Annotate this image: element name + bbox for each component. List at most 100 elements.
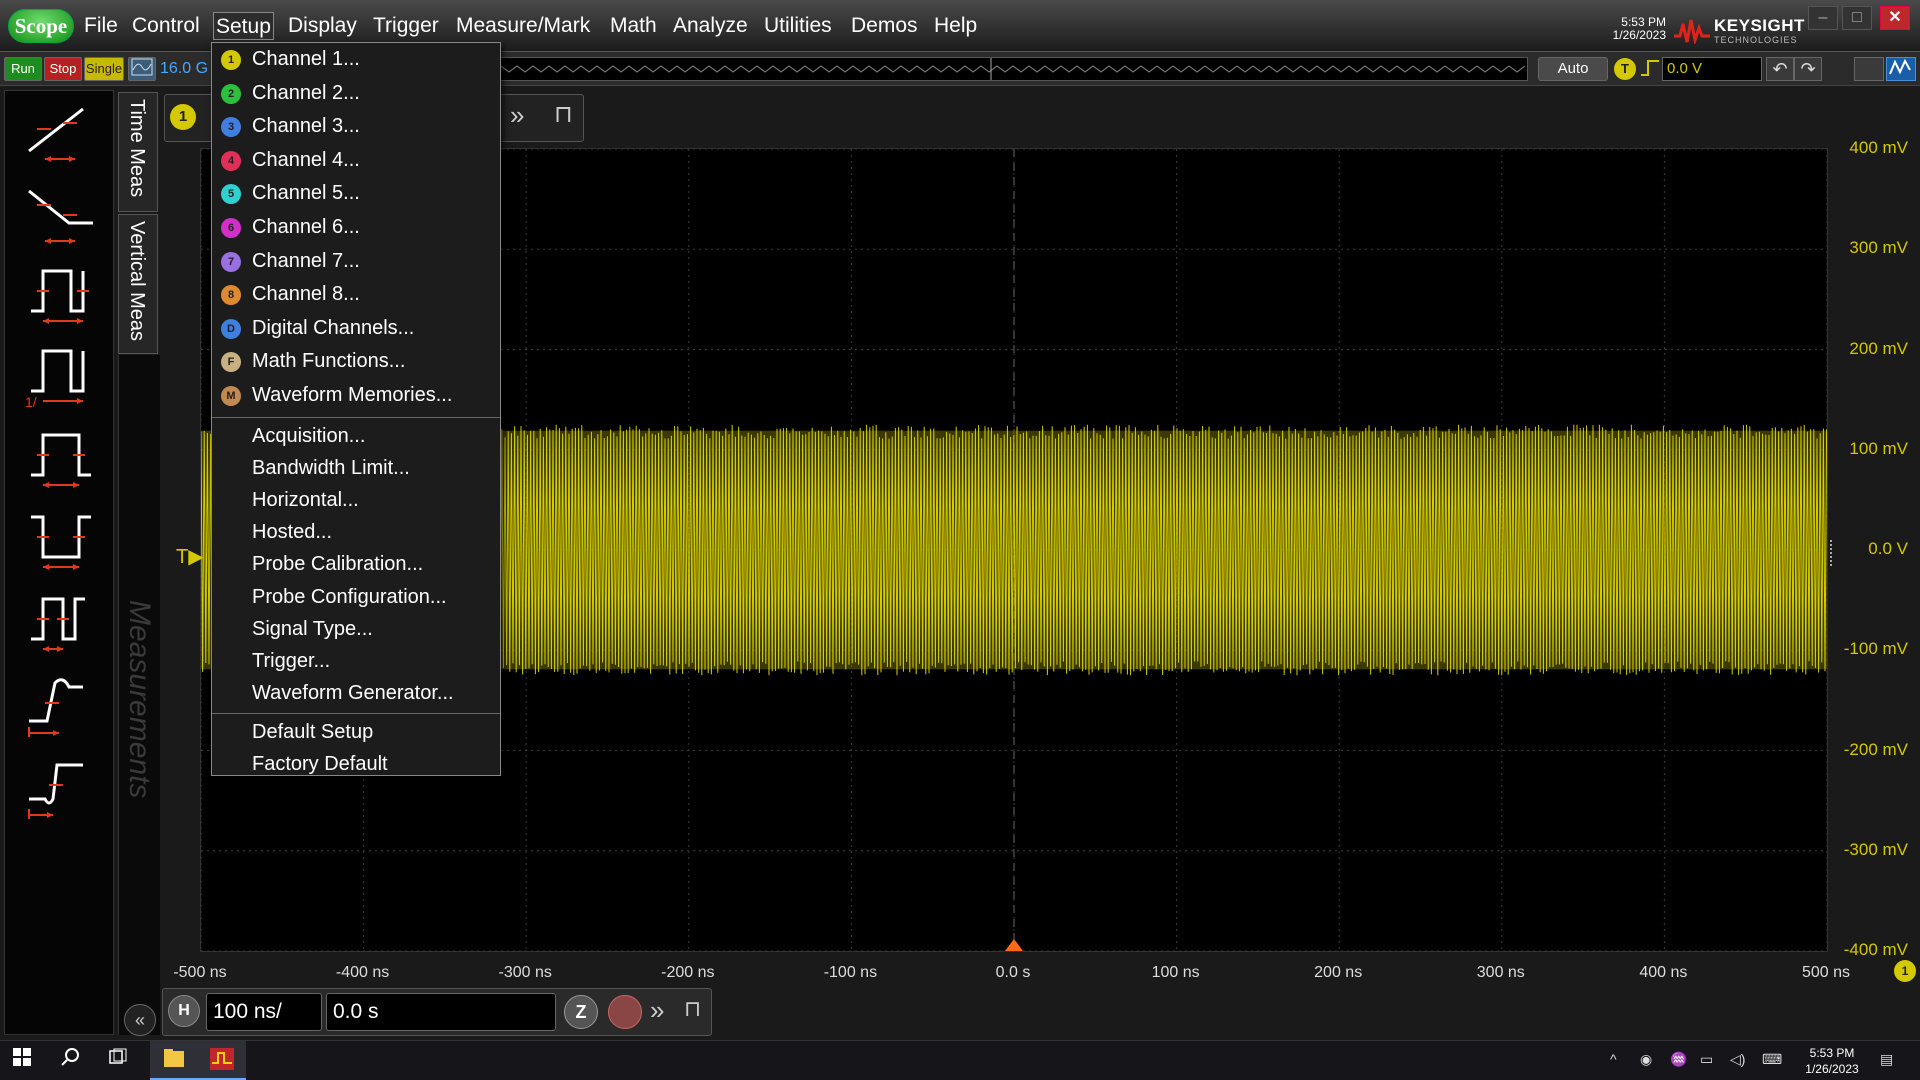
x-tick-label: -500 ns (173, 964, 227, 981)
measurements-watermark: Measurements (123, 600, 156, 799)
menu-utilities[interactable]: Utilities (762, 12, 834, 40)
positive-width-icon[interactable] (23, 427, 97, 493)
notifications-icon[interactable]: ▤ (1880, 1051, 1893, 1068)
menu-control[interactable]: Control (130, 12, 202, 40)
menu-separator (212, 416, 500, 418)
setup-menu-item-channel-5[interactable]: 5 Channel 5... (212, 178, 500, 210)
setup-menu-item-channel-8[interactable]: 8 Channel 8... (212, 279, 500, 311)
taskbar-clock[interactable]: 5:53 PM 1/26/2023 (1790, 1045, 1874, 1077)
tray-chevron-icon[interactable]: ^ (1610, 1051, 1617, 1067)
single-button[interactable]: Single (84, 57, 124, 81)
setup-menu-item-channel-4[interactable]: 4 Channel 4... (212, 145, 500, 177)
scope-logo-button[interactable]: Scope (8, 9, 74, 43)
channel-1-end-badge[interactable]: 1 (1894, 960, 1916, 982)
rise-time-icon[interactable] (23, 101, 97, 167)
setup-menu-item-channel-3[interactable]: 3 Channel 3... (212, 111, 500, 143)
x-tick-label: 400 ns (1639, 964, 1688, 981)
negative-width-icon[interactable] (23, 509, 97, 575)
taskbar-file-explorer[interactable] (150, 1041, 198, 1080)
menu-file[interactable]: File (82, 12, 120, 40)
acquisition-mode-icon[interactable] (128, 57, 156, 81)
setup-menu-item-math-functions[interactable]: F Math Functions... (212, 346, 500, 378)
collapse-panel-icon[interactable]: « (124, 1004, 156, 1036)
fall-time-icon[interactable] (23, 183, 97, 249)
trigger-position-marker[interactable] (1005, 939, 1023, 951)
taskbar-scope-app[interactable] (198, 1041, 246, 1080)
menu-badge-icon: 2 (221, 83, 241, 104)
windows-start-icon[interactable] (8, 1047, 36, 1075)
setup-menu-item-channel-1[interactable]: 1 Channel 1... (212, 44, 500, 76)
touch-mode-icon[interactable] (1854, 57, 1884, 81)
rising-edge-icon[interactable] (1640, 58, 1660, 78)
setup-menu-item-horizontal[interactable]: Horizontal... (212, 485, 500, 517)
minimize-icon[interactable]: – (1808, 6, 1838, 30)
maximize-icon[interactable]: □ (1842, 6, 1872, 30)
waveform-overview[interactable] (500, 57, 1528, 81)
setup-menu-item-waveform-memories[interactable]: M Waveform Memories... (212, 380, 500, 412)
duty-cycle-icon[interactable] (23, 591, 97, 657)
redo-icon[interactable]: ↷ (1794, 57, 1822, 81)
channel-1-badge[interactable]: 1 (170, 104, 196, 130)
tray-keysight-icon[interactable]: ♒ (1670, 1051, 1687, 1068)
horizontal-scale-field[interactable]: 100 ns/ (206, 993, 322, 1031)
horizontal-stop-icon[interactable] (608, 995, 642, 1029)
tray-app-icon[interactable]: ◉ (1640, 1051, 1652, 1068)
menu-demos[interactable]: Demos (849, 12, 920, 40)
trigger-level-field[interactable]: 0.0 V (1662, 57, 1762, 81)
menu-setup[interactable]: Setup (213, 12, 274, 40)
setup-menu-item-hosted[interactable]: Hosted... (212, 517, 500, 549)
volume-icon[interactable]: ◁) (1730, 1051, 1745, 1068)
overshoot-icon[interactable] (23, 673, 97, 739)
setup-menu-item-trigger[interactable]: Trigger... (212, 646, 500, 678)
menu-measure-mark[interactable]: Measure/Mark (454, 12, 592, 40)
preshoot-icon[interactable] (23, 755, 97, 821)
autoscale-icon[interactable] (1886, 57, 1916, 81)
network-icon[interactable]: ▭ (1700, 1051, 1713, 1068)
close-icon[interactable]: ✕ (1880, 6, 1910, 30)
search-icon[interactable] (56, 1047, 84, 1075)
menu-item-label: Probe Calibration... (252, 553, 424, 576)
menu-analyze[interactable]: Analyze (671, 12, 750, 40)
setup-menu-item-bandwidth-limit[interactable]: Bandwidth Limit... (212, 453, 500, 485)
tab-vertical-meas[interactable]: Vertical Meas (118, 214, 158, 354)
menu-math[interactable]: Math (608, 12, 659, 40)
marker-next-icon[interactable]: » (510, 100, 524, 131)
horizontal-position-field[interactable]: 0.0 s (326, 993, 556, 1031)
horizontal-badge[interactable]: H (168, 995, 200, 1027)
horizontal-pin-icon[interactable]: ⊓ (684, 996, 701, 1022)
trigger-badge[interactable]: T (1614, 58, 1636, 80)
marker-pin-icon[interactable]: ⊓ (554, 100, 573, 129)
run-button[interactable]: Run (4, 57, 42, 81)
setup-menu-item-probe-configuration[interactable]: Probe Configuration... (212, 582, 500, 614)
menu-trigger[interactable]: Trigger (371, 12, 441, 40)
menu-item-label: Factory Default (252, 753, 388, 776)
tab-time-meas[interactable]: Time Meas (118, 92, 158, 212)
task-view-icon[interactable] (104, 1047, 132, 1075)
setup-menu-item-acquisition[interactable]: Acquisition... (212, 421, 500, 453)
setup-menu-item-channel-2[interactable]: 2 Channel 2... (212, 78, 500, 110)
setup-menu-item-channel-6[interactable]: 6 Channel 6... (212, 212, 500, 244)
horizontal-next-icon[interactable]: » (650, 995, 664, 1026)
setup-menu-item-digital-channels[interactable]: D Digital Channels... (212, 313, 500, 345)
zoom-button[interactable]: Z (564, 995, 598, 1029)
menu-help[interactable]: Help (932, 12, 979, 40)
ground-reference-icon[interactable]: T▶ (176, 544, 204, 569)
setup-menu-item-signal-type[interactable]: Signal Type... (212, 614, 500, 646)
keyboard-icon[interactable]: ⌨ (1762, 1051, 1782, 1068)
setup-menu-item-waveform-generator[interactable]: Waveform Generator... (212, 678, 500, 710)
setup-menu-item-default-setup[interactable]: Default Setup (212, 717, 500, 749)
setup-menu-item-factory-default[interactable]: Factory Default (212, 749, 500, 781)
y-tick-label: -100 mV (1843, 639, 1908, 659)
menu-display[interactable]: Display (286, 12, 359, 40)
frequency-icon[interactable]: 1/ (23, 343, 97, 409)
undo-icon[interactable]: ↶ (1766, 57, 1794, 81)
x-tick-label: 500 ns (1801, 964, 1851, 981)
x-tick-label: 300 ns (1476, 964, 1525, 981)
x-tick-label: 200 ns (1314, 964, 1363, 981)
trigger-mode-auto[interactable]: Auto (1538, 57, 1608, 81)
setup-menu-item-channel-7[interactable]: 7 Channel 7... (212, 246, 500, 278)
stop-button[interactable]: Stop (44, 57, 82, 81)
setup-menu-item-probe-calibration[interactable]: Probe Calibration... (212, 549, 500, 581)
menu-item-label: Trigger... (252, 650, 331, 672)
period-icon[interactable] (23, 263, 97, 329)
